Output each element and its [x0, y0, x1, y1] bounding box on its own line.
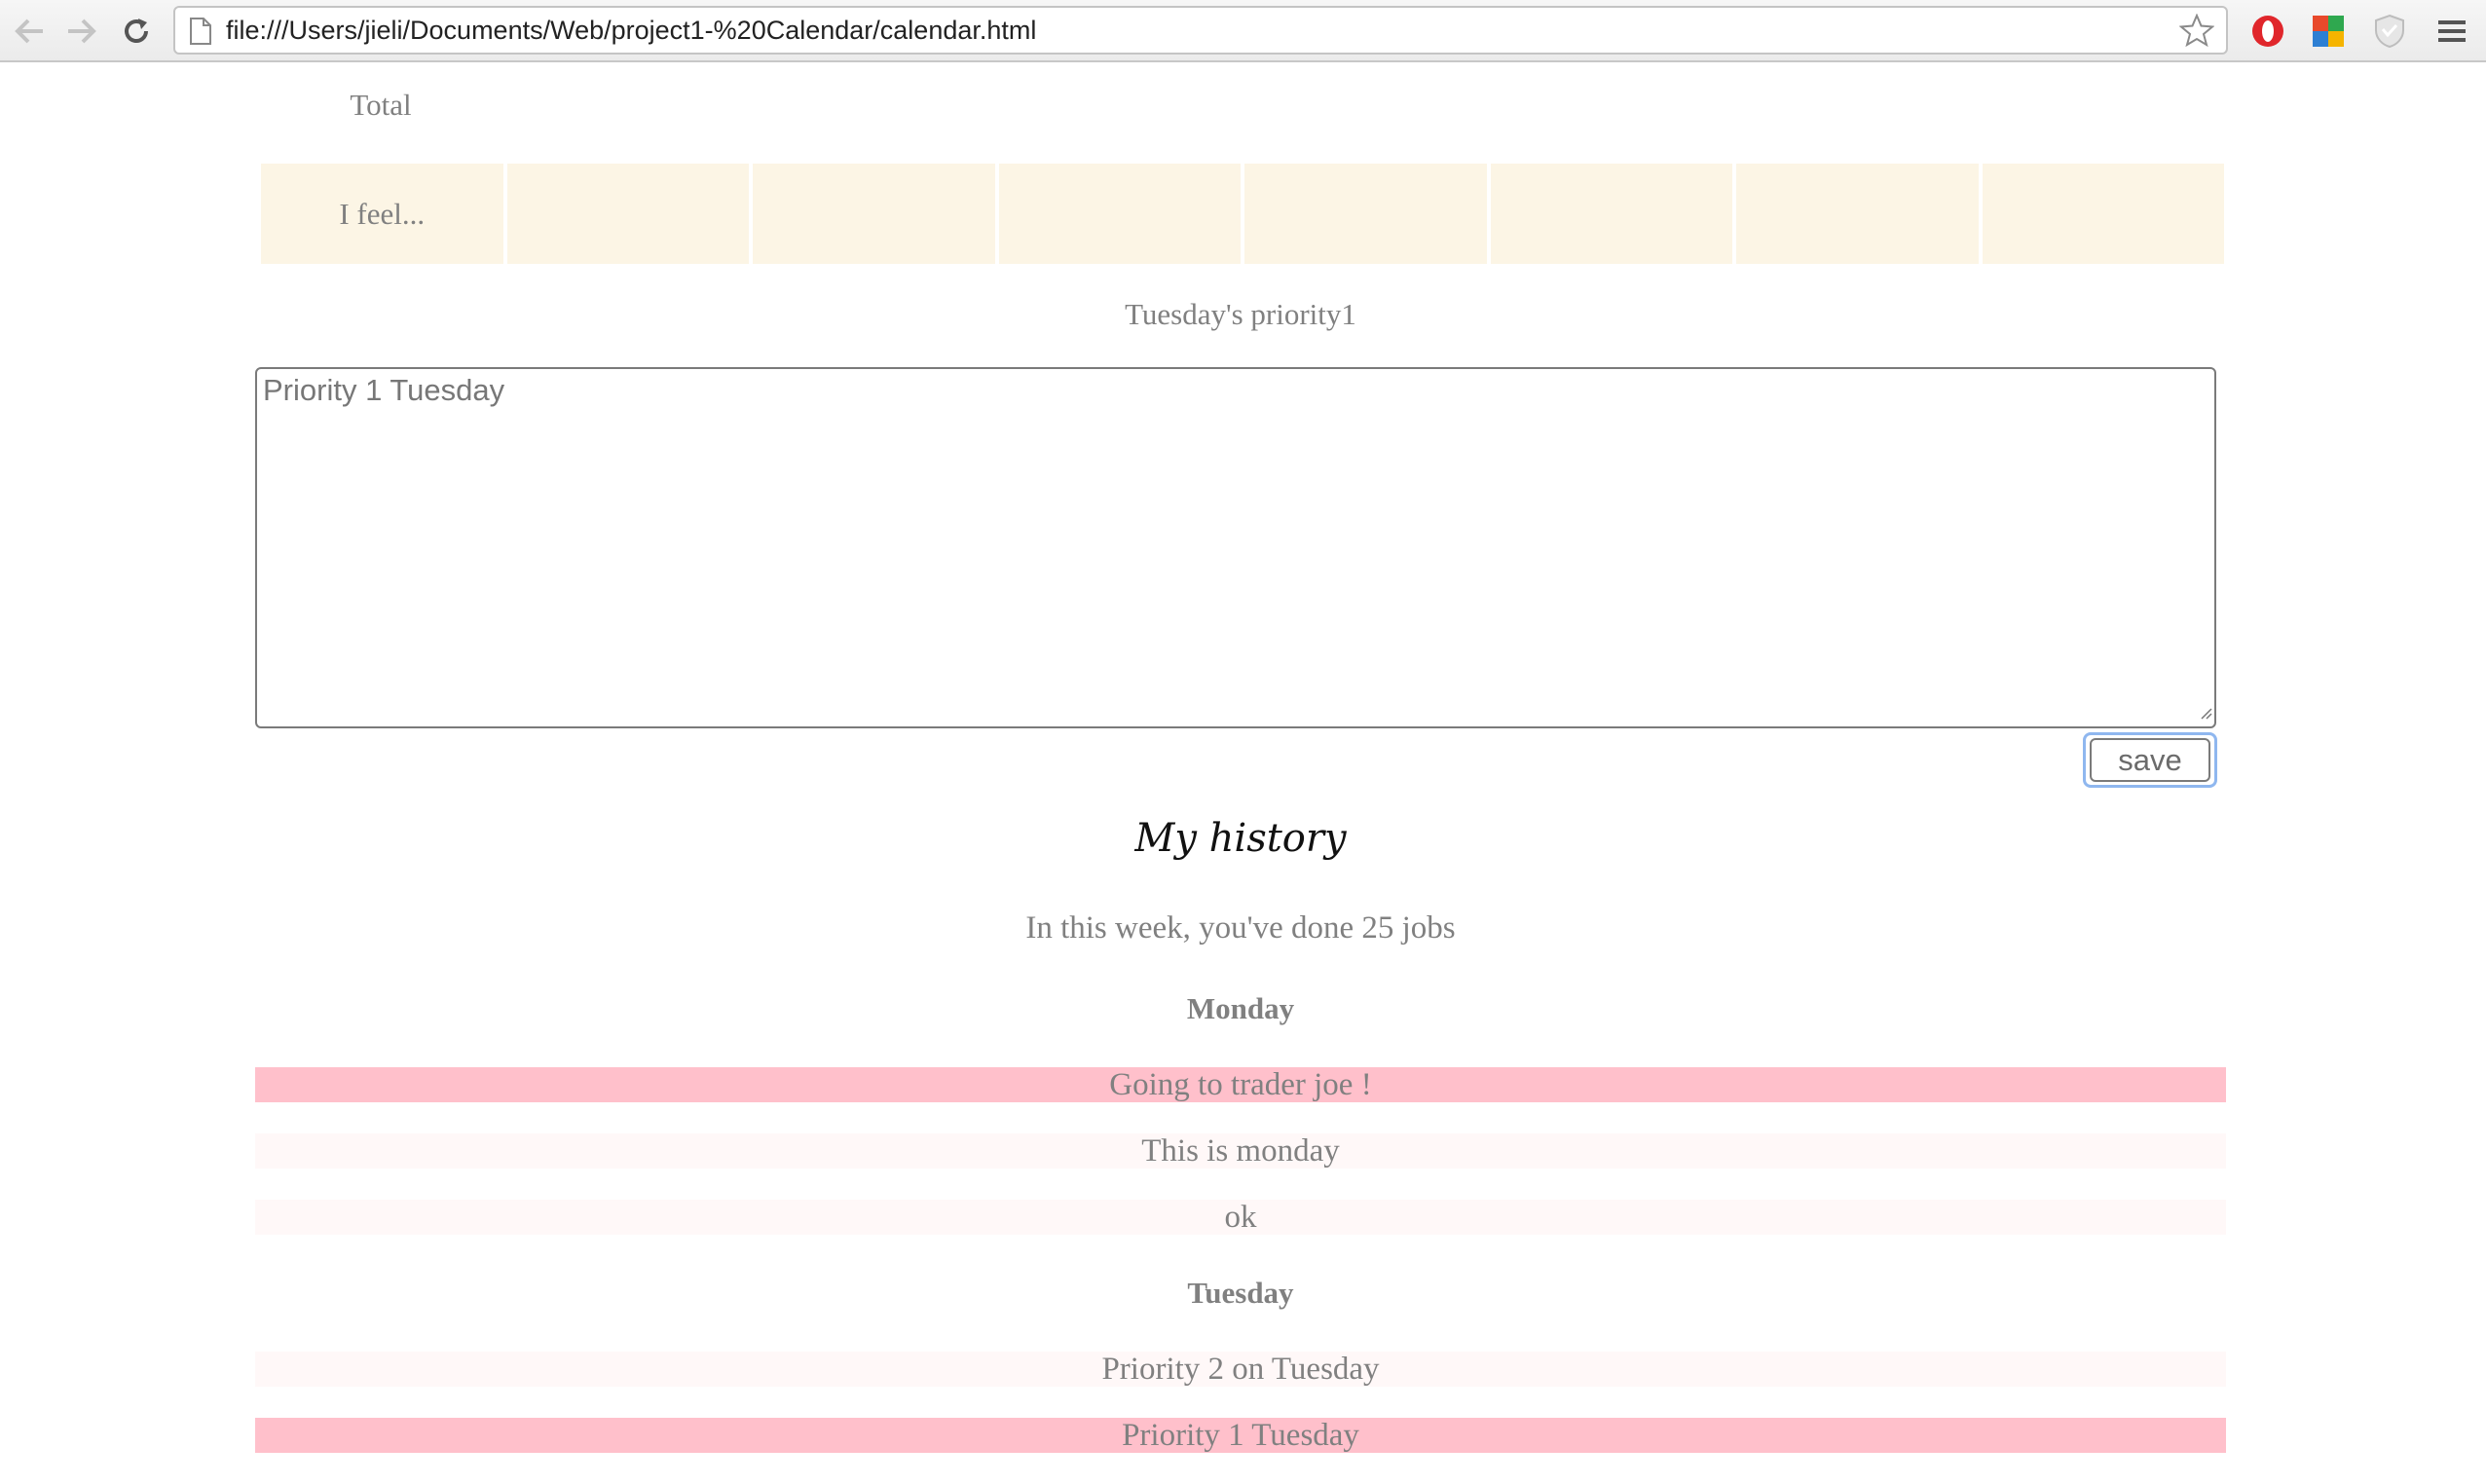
page-icon: [189, 17, 212, 51]
feel-cell[interactable]: [1490, 164, 1732, 264]
forward-arrow-icon[interactable]: [60, 10, 103, 53]
colorful-extension-icon[interactable]: [2309, 12, 2348, 51]
day-heading-tuesday: Tuesday: [1187, 1276, 1294, 1310]
shield-extension-icon[interactable]: [2370, 12, 2409, 51]
address-bar[interactable]: file:///Users/jieli/Documents/Web/projec…: [173, 6, 2228, 55]
save-button-label: save: [2090, 738, 2210, 782]
url-text: file:///Users/jieli/Documents/Web/projec…: [226, 16, 1037, 45]
browser-toolbar: file:///Users/jieli/Documents/Web/projec…: [0, 0, 2486, 62]
history-item: This is monday: [255, 1133, 2226, 1169]
save-button[interactable]: save: [2083, 732, 2217, 788]
feel-row: I feel...: [261, 164, 2224, 264]
priority-heading: Tuesday's priority1: [1125, 297, 1356, 331]
reload-icon[interactable]: [115, 10, 158, 53]
feel-cell[interactable]: [506, 164, 749, 264]
back-arrow-icon[interactable]: [8, 10, 51, 53]
total-label: Total: [350, 88, 412, 122]
resize-grip-icon[interactable]: [2199, 706, 2212, 724]
feel-cell[interactable]: [1736, 164, 1979, 264]
menu-icon[interactable]: [2432, 12, 2471, 51]
textarea-content: Priority 1 Tuesday: [263, 373, 505, 407]
priority-textarea[interactable]: Priority 1 Tuesday: [255, 367, 2216, 728]
bookmark-star-icon[interactable]: [2178, 13, 2215, 52]
history-item: Priority 2 on Tuesday: [255, 1352, 2226, 1387]
feel-cell[interactable]: [998, 164, 1241, 264]
history-item: ok: [255, 1200, 2226, 1235]
opera-extension-icon[interactable]: [2248, 12, 2287, 51]
history-item: Priority 1 Tuesday: [255, 1418, 2226, 1453]
feel-cell[interactable]: [753, 164, 995, 264]
history-title: My history: [1134, 816, 1347, 861]
history-summary: In this week, you've done 25 jobs: [1025, 910, 1456, 946]
feel-cell[interactable]: [1982, 164, 2224, 264]
day-heading-monday: Monday: [1186, 991, 1295, 1025]
feel-cell[interactable]: [1244, 164, 1487, 264]
history-item: Going to trader joe !: [255, 1067, 2226, 1102]
feel-label-cell: I feel...: [261, 164, 503, 264]
